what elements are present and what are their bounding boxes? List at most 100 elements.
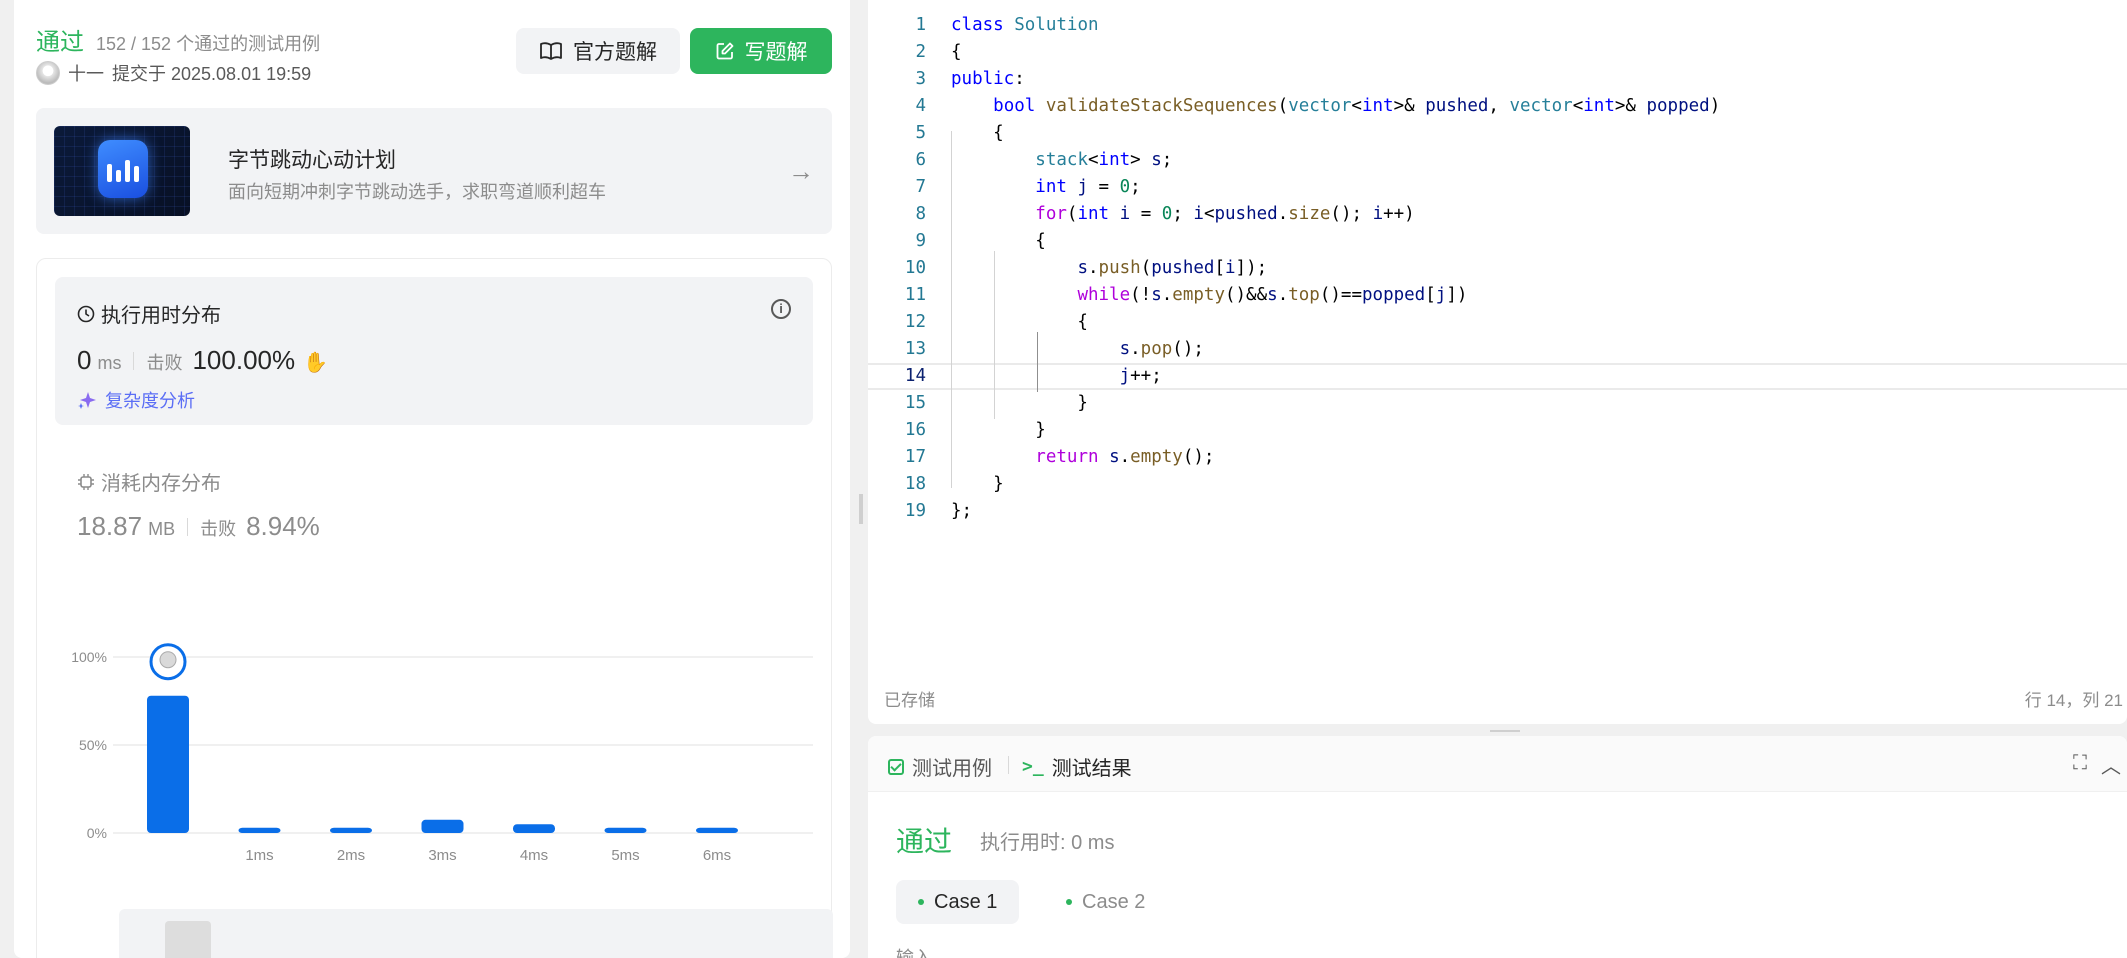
code-text[interactable]: public:	[951, 66, 1025, 93]
user-avatar[interactable]	[36, 61, 60, 85]
code-area[interactable]: 1 class Solution 2{3 public: 4 bool validate…	[868, 12, 2127, 525]
runtime-distribution-chart[interactable]: 0% 50% 100% 1ms 2ms 3ms 4ms 5ms 6ms	[57, 597, 833, 897]
code-line[interactable]: 12 {	[868, 309, 2127, 336]
code-line[interactable]: 2{	[868, 39, 2127, 66]
terminal-icon: >_	[1022, 756, 1044, 777]
code-line[interactable]: 4 bool validateStackSequences(vector<int…	[868, 93, 2127, 120]
code-line[interactable]: 10 s.push(pushed[i]);	[868, 255, 2127, 282]
chart-range-slider[interactable]	[119, 909, 833, 958]
result-status: 通过	[896, 826, 953, 857]
sparkle-icon	[78, 392, 96, 409]
official-solution-button[interactable]: 官方题解	[516, 28, 680, 74]
chart-bar[interactable]	[238, 827, 281, 833]
code-text[interactable]: stack<int> s;	[951, 147, 1172, 174]
fullscreen-icon[interactable]: ⛶	[2073, 752, 2087, 775]
memory-beat-value: 8.94%	[246, 511, 320, 541]
code-line[interactable]: 11 while(!s.empty()&&s.top()==popped[j])	[868, 282, 2127, 309]
tab-test-result[interactable]: >_ 测试结果	[1022, 752, 1132, 781]
info-icon[interactable]: i	[771, 299, 791, 319]
chart-bar[interactable]	[147, 695, 189, 833]
code-line[interactable]: 8 for(int i = 0; i<pushed.size(); i++)	[868, 201, 2127, 228]
line-number: 15	[904, 393, 926, 413]
line-number: 3	[915, 69, 926, 89]
chart-bar[interactable]	[604, 827, 647, 833]
memory-values: 18.87 MB 击败 8.94%	[77, 511, 320, 542]
code-line[interactable]: 6 stack<int> s;	[868, 147, 2127, 174]
vertical-resize-handle[interactable]	[859, 494, 863, 524]
tab-divider	[1008, 756, 1009, 774]
runtime-distribution[interactable]: 执行用时分布 i 0 ms 击败 100.00% ✋ 复杂度分析	[55, 277, 813, 425]
code-line[interactable]: 14 j++;	[868, 363, 2127, 390]
code-text[interactable]: class Solution	[951, 12, 1099, 39]
code-text[interactable]: {	[951, 228, 1046, 255]
line-number: 17	[904, 447, 926, 467]
username[interactable]: 十一	[68, 60, 104, 86]
line-number: 1	[915, 15, 926, 35]
chip-icon	[78, 473, 94, 490]
code-text[interactable]: s.pop();	[951, 336, 1204, 363]
pass-dot-icon	[918, 899, 924, 905]
runtime-title: 执行用时分布	[101, 305, 221, 327]
code-line[interactable]: 1 class Solution	[868, 12, 2127, 39]
line-number: 9	[915, 231, 926, 251]
clock-icon	[77, 305, 95, 322]
code-text[interactable]: s.push(pushed[i]);	[951, 255, 1267, 282]
memory-title-row[interactable]: 消耗内存分布	[77, 467, 221, 496]
chevron-up-icon[interactable]: ︿	[2101, 750, 2121, 779]
x-tick-label: 2ms	[337, 847, 365, 864]
chart-bar[interactable]	[513, 824, 555, 833]
case-tab-2[interactable]: Case 2	[1044, 880, 1167, 924]
y-tick-label: 50%	[79, 737, 107, 753]
submitted-time: 提交于 2025.08.01 19:59	[112, 64, 312, 84]
line-number: 2	[915, 42, 926, 62]
case-tab-1[interactable]: Case 1	[896, 880, 1020, 924]
tab-testcases[interactable]: 测试用例	[888, 752, 992, 781]
line-number: 11	[904, 285, 926, 305]
x-tick-label: 6ms	[703, 847, 731, 864]
promo-banner[interactable]: 字节跳动心动计划 面向短期冲刺字节跳动选手，求职弯道顺利超车 →	[36, 108, 832, 234]
code-line[interactable]: 13 s.pop();	[868, 336, 2127, 363]
x-tick-label: 1ms	[245, 847, 273, 864]
write-solution-button[interactable]: 写题解	[690, 28, 832, 74]
bytedance-logo-icon	[98, 140, 148, 198]
code-text[interactable]: bool validateStackSequences(vector<int>&…	[951, 93, 1720, 120]
chart-bar[interactable]	[421, 819, 464, 833]
code-line[interactable]: 15 }	[868, 390, 2127, 417]
code-text[interactable]: {	[951, 309, 1088, 336]
code-text[interactable]: {	[951, 39, 962, 66]
runtime-title-row: 执行用时分布	[77, 299, 221, 328]
code-text[interactable]: int j = 0;	[951, 174, 1140, 201]
code-line[interactable]: 19};	[868, 498, 2127, 525]
chart-bar[interactable]	[330, 827, 372, 833]
code-text[interactable]: }	[951, 390, 1088, 417]
code-line[interactable]: 18 }	[868, 471, 2127, 498]
horizontal-resize-handle[interactable]	[1490, 730, 1520, 732]
test-panel: 测试用例 >_ 测试结果 ⛶ ︿ 通过 执行用时: 0 ms Case 1 Ca…	[868, 736, 2127, 958]
code-line[interactable]: 16 }	[868, 417, 2127, 444]
code-text[interactable]: }	[951, 417, 1046, 444]
code-editor[interactable]: 1 class Solution 2{3 public: 4 bool validate…	[868, 0, 2127, 724]
promo-title: 字节跳动心动计划	[228, 149, 396, 172]
code-text[interactable]: {	[951, 120, 1004, 147]
code-text[interactable]: j++;	[951, 365, 1162, 388]
chart-bar[interactable]	[696, 827, 738, 833]
code-line[interactable]: 17 return s.empty();	[868, 444, 2127, 471]
line-number: 13	[904, 339, 926, 359]
code-text[interactable]: return s.empty();	[951, 444, 1214, 471]
range-slider-handle[interactable]	[165, 921, 211, 958]
code-line[interactable]: 9 {	[868, 228, 2127, 255]
code-line[interactable]: 3 public:	[868, 66, 2127, 93]
code-text[interactable]: for(int i = 0; i<pushed.size(); i++)	[951, 201, 1414, 228]
code-text[interactable]: }	[951, 471, 1004, 498]
line-number: 14	[904, 366, 926, 386]
code-line[interactable]: 7 int j = 0;	[868, 174, 2127, 201]
code-text[interactable]: };	[951, 498, 972, 525]
runtime-values: 0 ms 击败 100.00% ✋	[77, 345, 328, 376]
line-number: 18	[904, 474, 926, 494]
code-text[interactable]: while(!s.empty()&&s.top()==popped[j])	[951, 282, 1467, 309]
complexity-analysis-link[interactable]: 复杂度分析	[77, 387, 195, 413]
code-line[interactable]: 5 {	[868, 120, 2127, 147]
memory-beat-label: 击败	[200, 519, 237, 539]
arrow-right-icon[interactable]: →	[788, 156, 814, 187]
book-icon	[540, 42, 562, 60]
